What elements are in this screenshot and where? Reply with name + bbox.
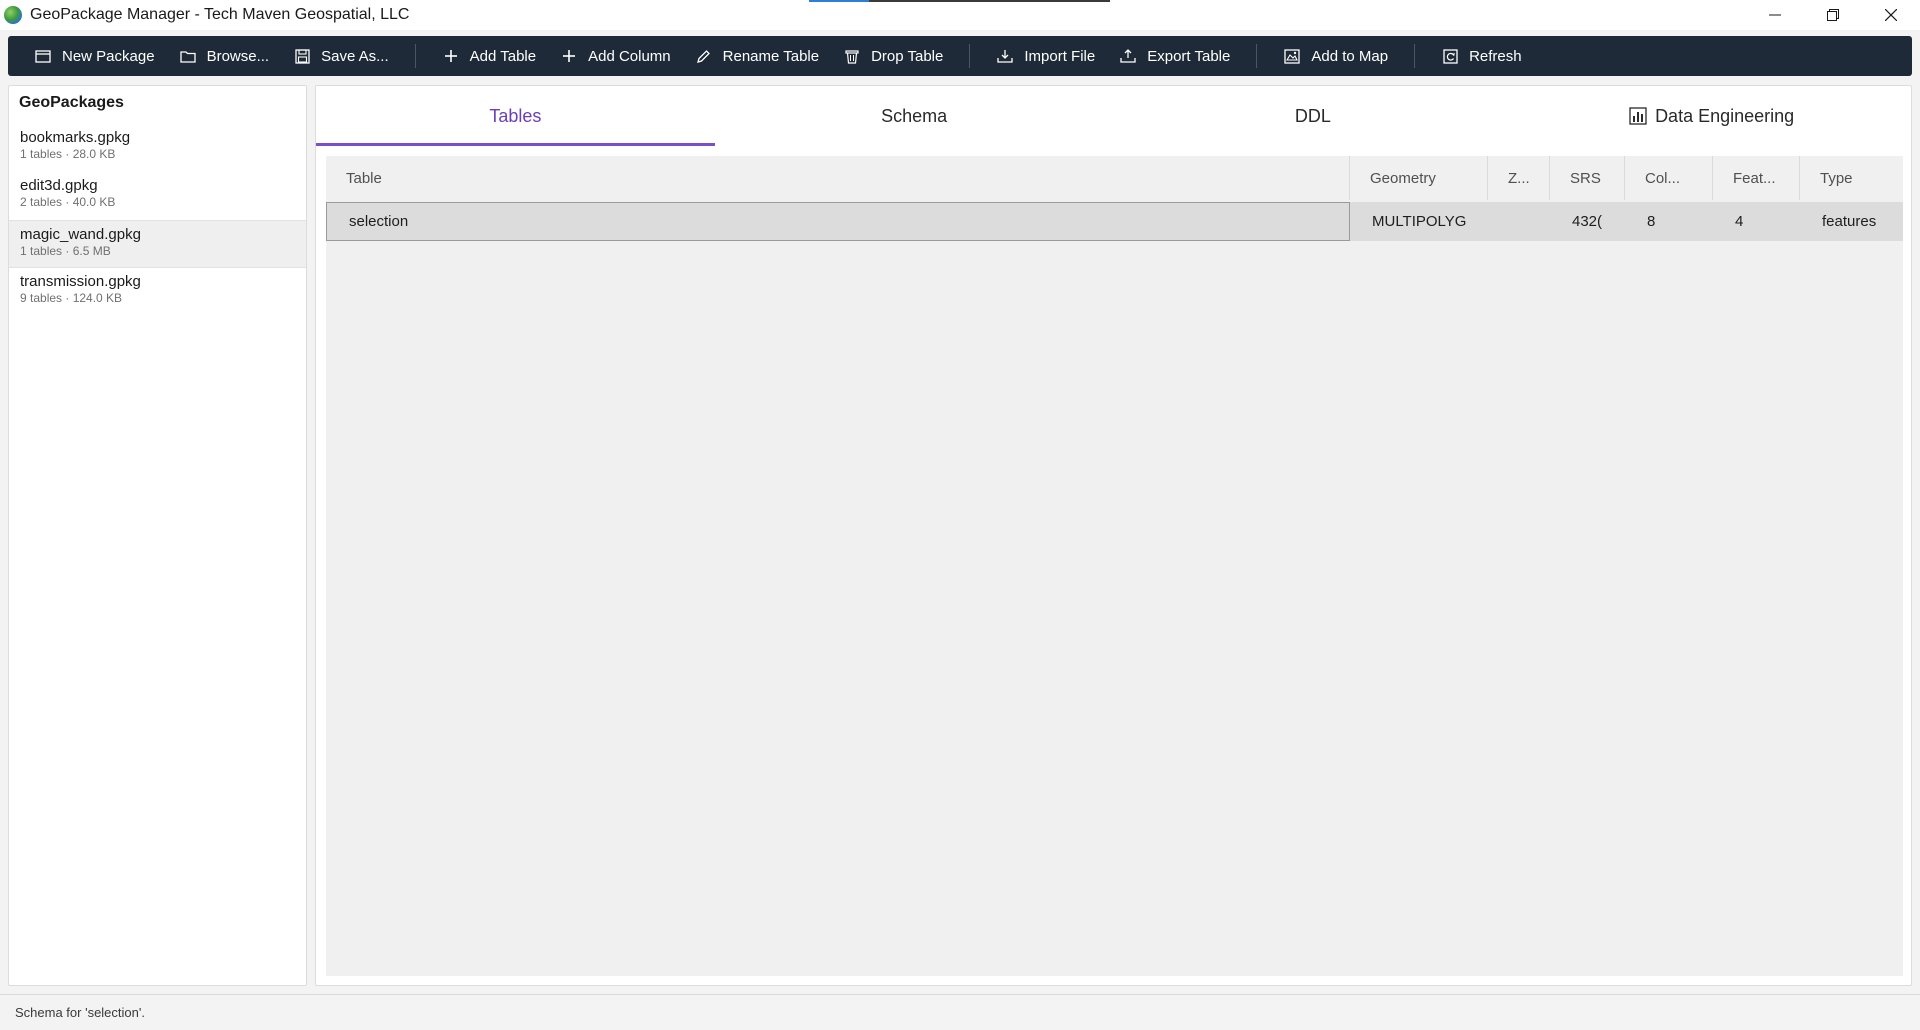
add-column-label: Add Column <box>588 47 671 65</box>
add-column-button[interactable]: Add Column <box>548 36 683 76</box>
browse-label: Browse... <box>206 47 270 65</box>
map-icon <box>1283 47 1301 65</box>
plus-icon <box>560 47 578 65</box>
status-bar: Schema for 'selection'. <box>0 994 1920 1030</box>
tab-bar: Tables Schema DDL Data Engineering <box>316 86 1911 146</box>
new-package-label: New Package <box>62 47 155 65</box>
export-icon <box>1119 47 1137 65</box>
close-icon <box>1885 9 1897 21</box>
column-header-srs[interactable]: SRS <box>1550 156 1625 200</box>
toolbar-separator <box>1256 44 1258 68</box>
new-package-icon <box>34 47 52 65</box>
column-header-features[interactable]: Feat... <box>1713 156 1800 200</box>
add-to-map-button[interactable]: Add to Map <box>1271 36 1400 76</box>
tab-schema-label: Schema <box>881 105 948 126</box>
save-as-button[interactable]: Save As... <box>281 36 401 76</box>
close-button[interactable] <box>1862 0 1920 30</box>
toolbar-separator <box>969 44 971 68</box>
grid-header: Table Geometry Z... SRS Col... Feat... T… <box>326 156 1903 200</box>
trash-icon <box>843 47 861 65</box>
window-title: GeoPackage Manager - Tech Maven Geospati… <box>30 6 410 23</box>
cell-z <box>1488 202 1550 241</box>
cell-geometry: MULTIPOLYG <box>1372 213 1467 230</box>
tab-data-engineering[interactable]: Data Engineering <box>1512 86 1911 146</box>
main-toolbar: New Package Browse... Save As... Add Tab… <box>8 36 1912 76</box>
drop-table-label: Drop Table <box>871 47 944 65</box>
geopackage-name: bookmarks.gpkg <box>20 129 131 146</box>
drop-table-button[interactable]: Drop Table <box>831 36 955 76</box>
export-table-button[interactable]: Export Table <box>1107 36 1242 76</box>
add-to-map-label: Add to Map <box>1311 47 1389 65</box>
refresh-label: Refresh <box>1469 47 1522 65</box>
tab-tables-label: Tables <box>489 105 542 126</box>
cell-srs: 432( <box>1572 213 1603 230</box>
cell-columns: 8 <box>1647 213 1656 230</box>
plus-icon <box>442 47 460 65</box>
add-table-label: Add Table <box>469 47 537 65</box>
main-panel: Tables Schema DDL Data Engineering Table… <box>315 85 1912 986</box>
tab-schema[interactable]: Schema <box>715 86 1114 146</box>
rename-table-label: Rename Table <box>722 47 820 65</box>
loading-progress-bar <box>809 0 1110 2</box>
browse-button[interactable]: Browse... <box>167 36 282 76</box>
refresh-button[interactable]: Refresh <box>1429 36 1534 76</box>
geopackage-meta: 9 tables · 124.0 KB <box>20 291 123 305</box>
bar-chart-icon <box>1629 107 1647 125</box>
minimize-button[interactable] <box>1746 0 1804 30</box>
rename-table-button[interactable]: Rename Table <box>683 36 831 76</box>
minimize-icon <box>1769 14 1781 16</box>
cell-table: selection <box>326 202 1350 241</box>
tab-data-engineering-label: Data Engineering <box>1655 105 1795 126</box>
window-controls <box>1746 0 1920 30</box>
table-row[interactable]: selection MULTIPOLYG 432( 8 4 features <box>326 202 1903 241</box>
geopackage-item-selected[interactable]: magic_wand.gpkg 1 tables · 6.5 MB <box>9 220 306 268</box>
geopackage-name: edit3d.gpkg <box>20 177 98 194</box>
refresh-icon <box>1441 47 1459 65</box>
maximize-button[interactable] <box>1804 0 1862 30</box>
tab-tables[interactable]: Tables <box>316 86 715 146</box>
status-text: Schema for 'selection'. <box>15 1005 145 1020</box>
geopackage-list: bookmarks.gpkg 1 tables · 28.0 KB edit3d… <box>9 124 306 316</box>
geopackage-meta: 2 tables · 40.0 KB <box>20 195 116 209</box>
geopackage-item[interactable]: transmission.gpkg 9 tables · 124.0 KB <box>9 268 306 316</box>
column-header-type[interactable]: Type <box>1800 156 1903 200</box>
tab-ddl[interactable]: DDL <box>1114 86 1513 146</box>
column-header-table[interactable]: Table <box>326 156 1350 200</box>
import-file-button[interactable]: Import File <box>984 36 1107 76</box>
geopackage-meta: 1 tables · 6.5 MB <box>20 244 111 258</box>
toolbar-separator <box>414 44 416 68</box>
folder-icon <box>179 47 197 65</box>
loading-progress-fill <box>809 0 870 2</box>
save-as-label: Save As... <box>321 47 389 65</box>
new-package-button[interactable]: New Package <box>22 36 167 76</box>
geopackage-item[interactable]: bookmarks.gpkg 1 tables · 28.0 KB <box>9 124 306 172</box>
geopackage-name: transmission.gpkg <box>20 273 141 290</box>
geopackage-meta: 1 tables · 28.0 KB <box>20 147 116 161</box>
column-header-z[interactable]: Z... <box>1488 156 1550 200</box>
toolbar-separator <box>1414 44 1416 68</box>
title-bar: GeoPackage Manager - Tech Maven Geospati… <box>0 0 1920 30</box>
import-file-label: Import File <box>1024 47 1096 65</box>
app-globe-icon <box>4 6 22 24</box>
restore-icon <box>1827 9 1839 21</box>
cell-features: 4 <box>1735 213 1744 230</box>
column-header-geometry[interactable]: Geometry <box>1350 156 1488 200</box>
add-table-button[interactable]: Add Table <box>430 36 548 76</box>
tables-grid: Table Geometry Z... SRS Col... Feat... T… <box>326 156 1903 976</box>
geopackages-panel: GeoPackages bookmarks.gpkg 1 tables · 28… <box>8 85 307 986</box>
cell-type: features <box>1822 213 1877 230</box>
tab-ddl-label: DDL <box>1294 105 1331 126</box>
export-table-label: Export Table <box>1147 47 1231 65</box>
geopackages-heading: GeoPackages <box>19 94 124 111</box>
geopackage-name: magic_wand.gpkg <box>20 226 141 243</box>
geopackage-item[interactable]: edit3d.gpkg 2 tables · 40.0 KB <box>9 172 306 220</box>
column-header-columns[interactable]: Col... <box>1625 156 1713 200</box>
pencil-icon <box>695 47 713 65</box>
save-icon <box>293 47 311 65</box>
import-icon <box>996 47 1014 65</box>
